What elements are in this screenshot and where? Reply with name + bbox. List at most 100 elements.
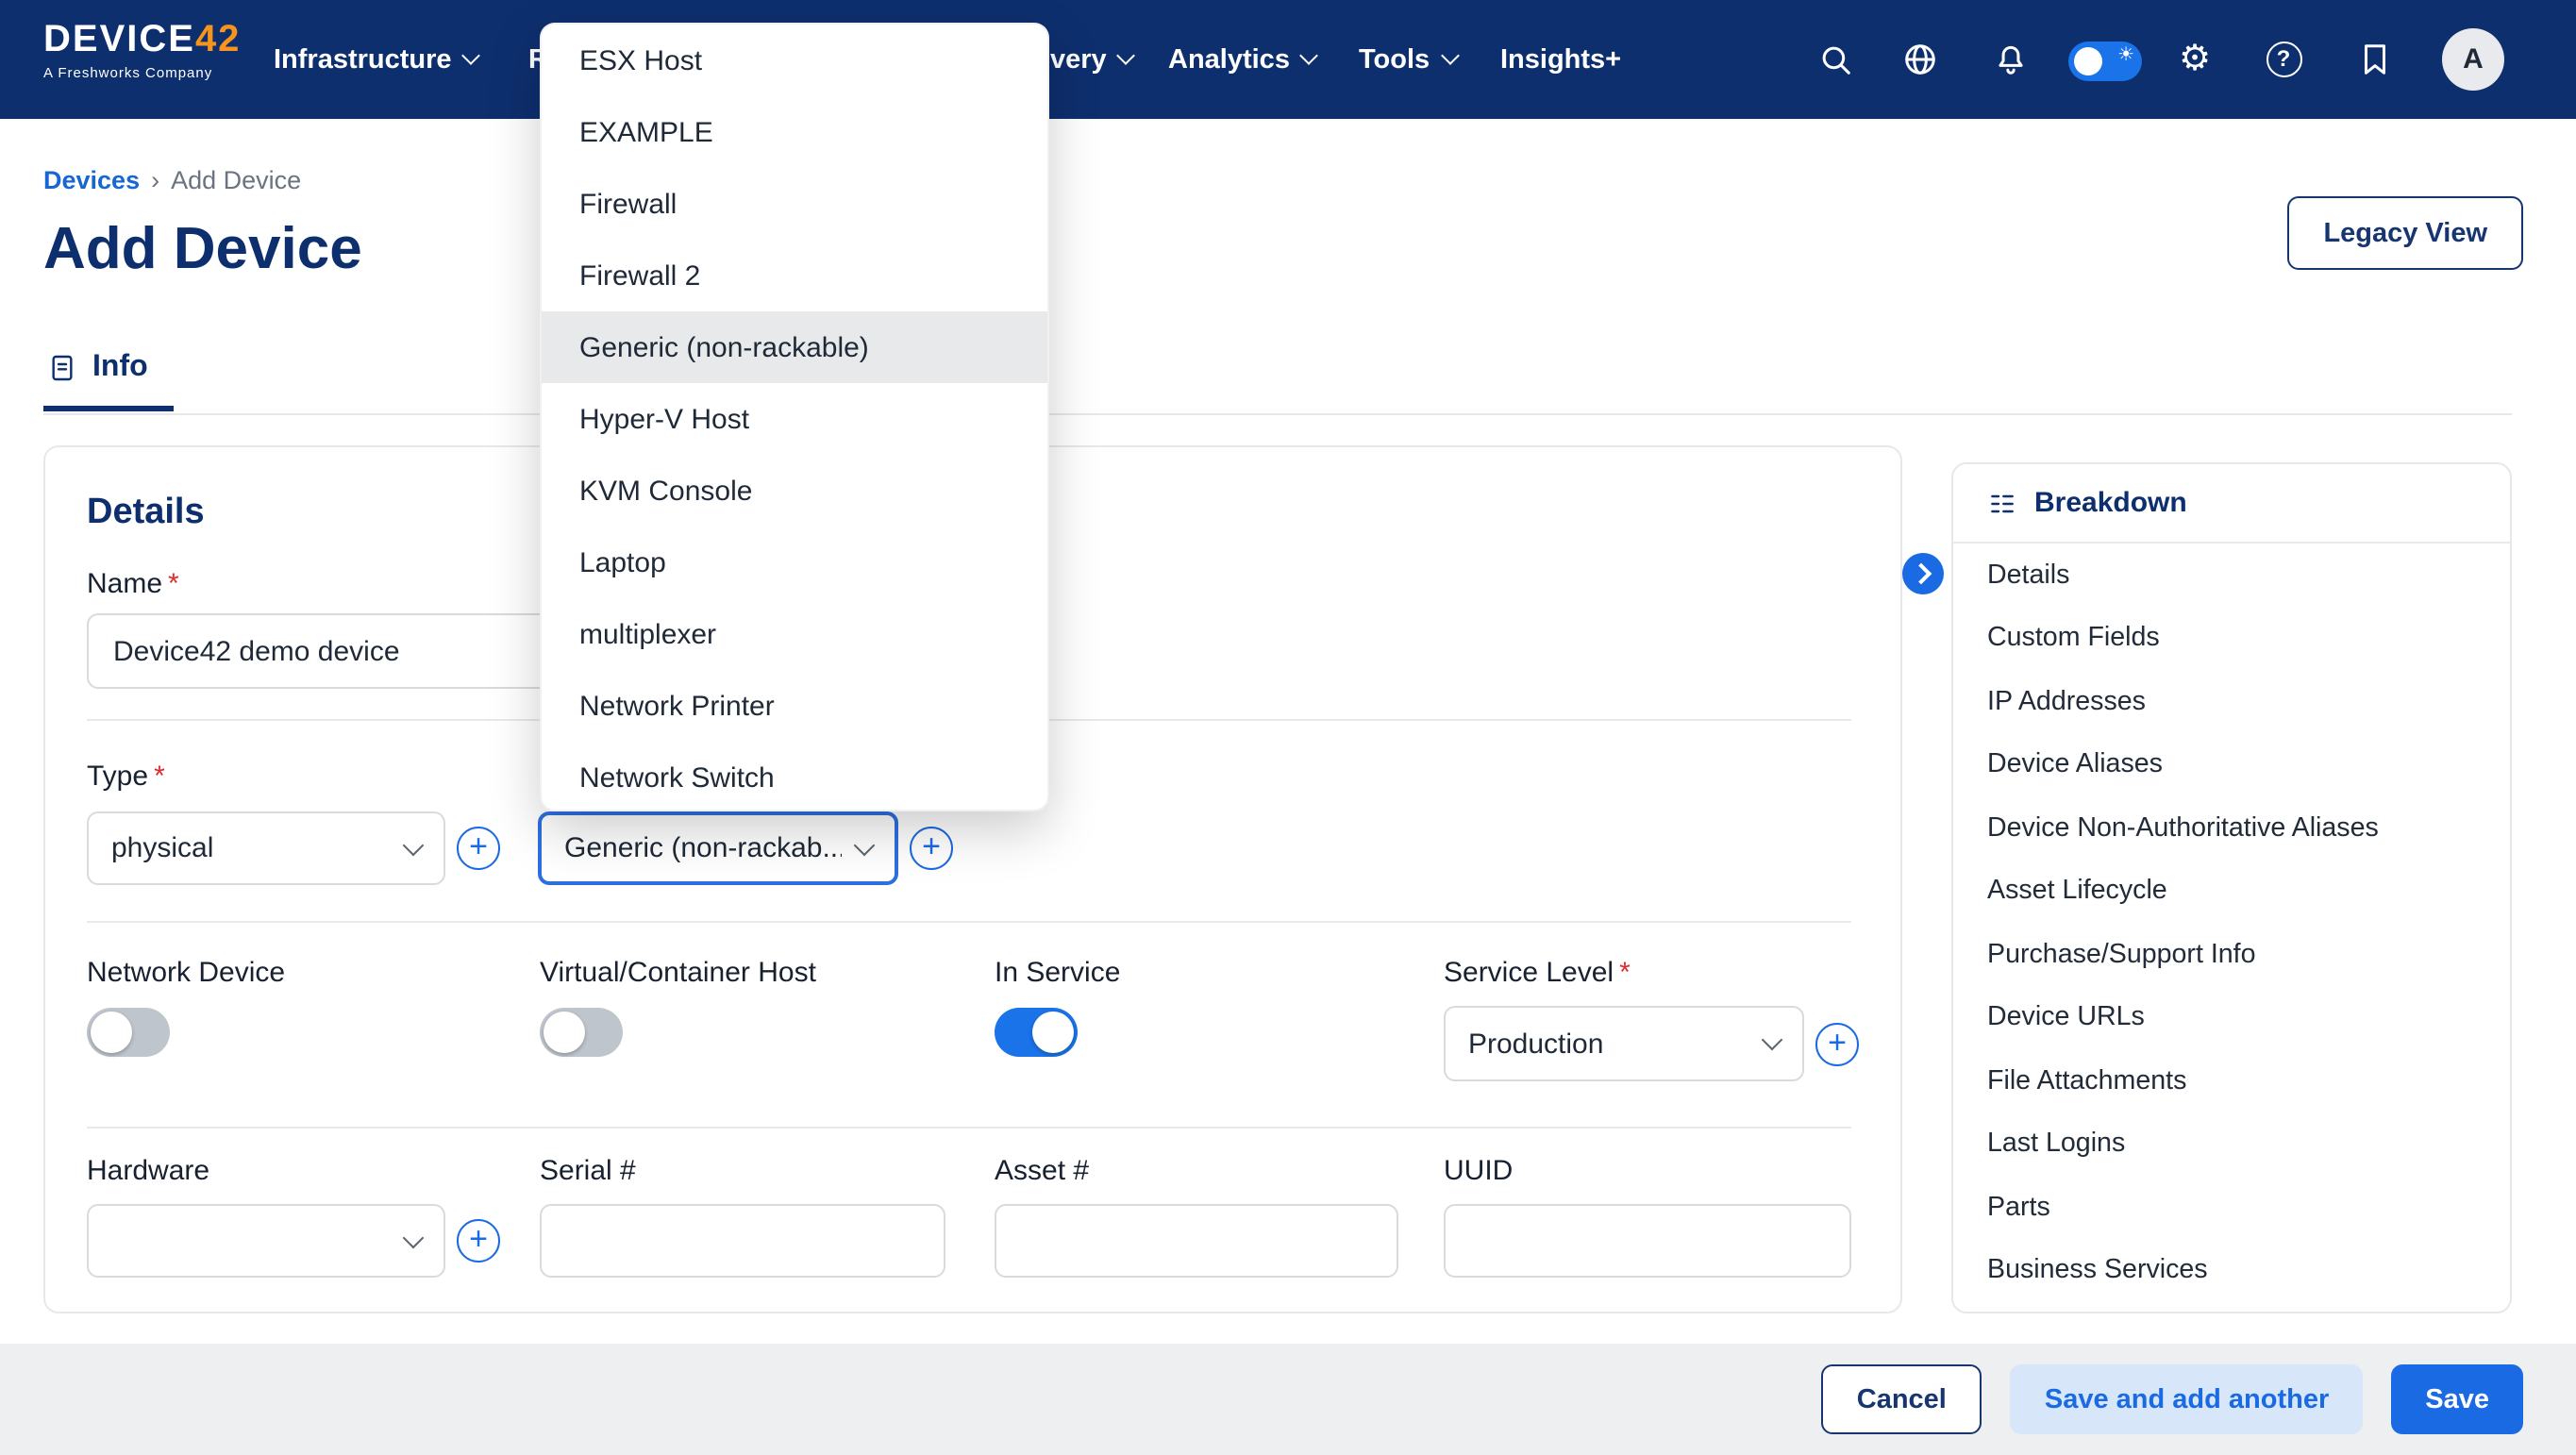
virtual-host-label: Virtual/Container Host [540,957,816,989]
virtual-host-toggle[interactable] [540,1008,623,1057]
chevron-down-icon [462,46,481,65]
avatar[interactable]: A [2442,28,2504,91]
breakdown-header: Breakdown [1953,464,2510,544]
breakdown-item-last-logins[interactable]: Last Logins [1953,1112,2510,1176]
theme-toggle-knob [2074,47,2102,75]
help-icon[interactable] [2265,40,2302,77]
breakdown-item-file-attachments[interactable]: File Attachments [1953,1049,2510,1112]
subtype-dropdown: ESX Host EXAMPLE Firewall Firewall 2 Gen… [540,23,1049,811]
subtype-select[interactable]: Generic (non-rackab... [538,811,898,885]
service-level-select[interactable]: Production [1444,1006,1804,1081]
divider [87,1127,1851,1129]
network-device-label: Network Device [87,957,285,989]
nav-item-tools[interactable]: Tools [1359,0,1456,119]
add-hardware-button[interactable] [457,1219,500,1263]
device42-logo[interactable]: DEVICE42 A Freshworks Company [43,21,241,80]
name-label: Name* [87,568,179,600]
breakdown-item-details[interactable]: Details [1953,544,2510,607]
divider [87,921,1851,923]
bell-icon[interactable] [1991,40,2029,77]
dropdown-option[interactable]: Firewall 2 [542,240,1047,311]
chevron-down-icon [1117,46,1136,65]
dropdown-option[interactable]: Network Switch [542,742,1047,811]
dropdown-option[interactable]: multiplexer [542,598,1047,670]
dropdown-option-selected[interactable]: Generic (non-rackable) [542,311,1047,383]
chevron-down-icon [1440,46,1459,65]
required-marker: * [154,761,165,793]
breadcrumb: Devices › Add Device [43,166,301,194]
dropdown-option[interactable]: Laptop [542,527,1047,598]
dropdown-option[interactable]: EXAMPLE [542,96,1047,168]
chevron-down-icon [1762,1029,1783,1051]
breakdown-item-device-aliases[interactable]: Device Aliases [1953,733,2510,796]
theme-toggle[interactable] [2068,42,2142,81]
asset-label: Asset # [995,1155,1089,1187]
breakdown-icon [1987,488,2017,518]
add-subtype-button[interactable] [910,827,953,870]
tab-info[interactable]: Info [43,351,175,411]
breakdown-item-purchase-support[interactable]: Purchase/Support Info [1953,923,2510,986]
in-service-toggle[interactable] [995,1008,1078,1057]
save-and-add-another-button[interactable]: Save and add another [2011,1364,2363,1434]
add-service-level-button[interactable] [1815,1023,1859,1066]
tab-info-label: Info [92,351,148,385]
uuid-label: UUID [1444,1155,1513,1187]
breakdown-item-non-authoritative-aliases[interactable]: Device Non-Authoritative Aliases [1953,796,2510,860]
breadcrumb-separator: › [151,166,159,194]
logo-tagline: A Freshworks Company [43,66,241,80]
asset-input[interactable] [995,1204,1398,1278]
cancel-button[interactable]: Cancel [1821,1364,1982,1434]
search-icon[interactable] [1815,40,1853,77]
bookmark-icon[interactable] [2355,40,2393,77]
breakdown-item-device-urls[interactable]: Device URLs [1953,986,2510,1049]
nav-item-infrastructure[interactable]: Infrastructure [274,0,478,119]
toggle-knob [91,1012,132,1053]
type-select-value: physical [111,832,213,864]
sun-icon [2117,45,2134,66]
service-level-label: Service Level* [1444,957,1631,989]
network-device-toggle[interactable] [87,1008,170,1057]
tabbar-divider [43,413,2512,415]
hardware-select[interactable] [87,1204,445,1278]
nav-item-analytics[interactable]: Analytics [1168,0,1316,119]
page-title: Add Device [43,215,362,283]
breakdown-item-business-services[interactable]: Business Services [1953,1239,2510,1302]
dropdown-option[interactable]: Firewall [542,168,1047,240]
gear-icon[interactable] [2176,40,2214,77]
breakdown-item-custom-fields[interactable]: Custom Fields [1953,607,2510,670]
dropdown-option[interactable]: Hyper-V Host [542,383,1047,455]
dropdown-option[interactable]: KVM Console [542,455,1047,527]
nav-item-insights[interactable]: Insights+ [1500,0,1621,119]
footer-actions: Cancel Save and add another Save [0,1344,2576,1455]
service-level-value: Production [1468,1028,1603,1060]
globe-icon[interactable] [1900,40,1938,77]
dropdown-option[interactable]: Network Printer [542,670,1047,742]
collapse-panel-button[interactable] [1902,553,1944,594]
in-service-label: In Service [995,957,1120,989]
chevron-down-icon [403,1227,425,1248]
breakdown-item-ip-addresses[interactable]: IP Addresses [1953,670,2510,733]
dropdown-option[interactable]: ESX Host [542,25,1047,96]
page: DEVICE42 A Freshworks Company Infrastruc… [0,0,2576,1455]
breakdown-item-asset-lifecycle[interactable]: Asset Lifecycle [1953,860,2510,923]
add-type-button[interactable] [457,827,500,870]
required-marker: * [1619,957,1631,989]
type-select[interactable]: physical [87,811,445,885]
legacy-view-button[interactable]: Legacy View [2287,196,2523,270]
uuid-input[interactable] [1444,1204,1851,1278]
breadcrumb-devices-link[interactable]: Devices [43,166,140,194]
breakdown-title: Breakdown [2034,487,2187,519]
toggle-knob [1032,1012,1074,1053]
document-icon [47,353,77,383]
type-label: Type* [87,761,165,793]
details-heading: Details [87,493,205,534]
serial-label: Serial # [540,1155,636,1187]
breadcrumb-current: Add Device [171,166,301,194]
top-navbar: DEVICE42 A Freshworks Company Infrastruc… [0,0,2576,119]
breakdown-item-parts[interactable]: Parts [1953,1176,2510,1239]
chevron-down-icon [854,834,876,856]
save-button[interactable]: Save [2391,1364,2523,1434]
hardware-label: Hardware [87,1155,209,1187]
serial-input[interactable] [540,1204,945,1278]
toggle-knob [544,1012,585,1053]
